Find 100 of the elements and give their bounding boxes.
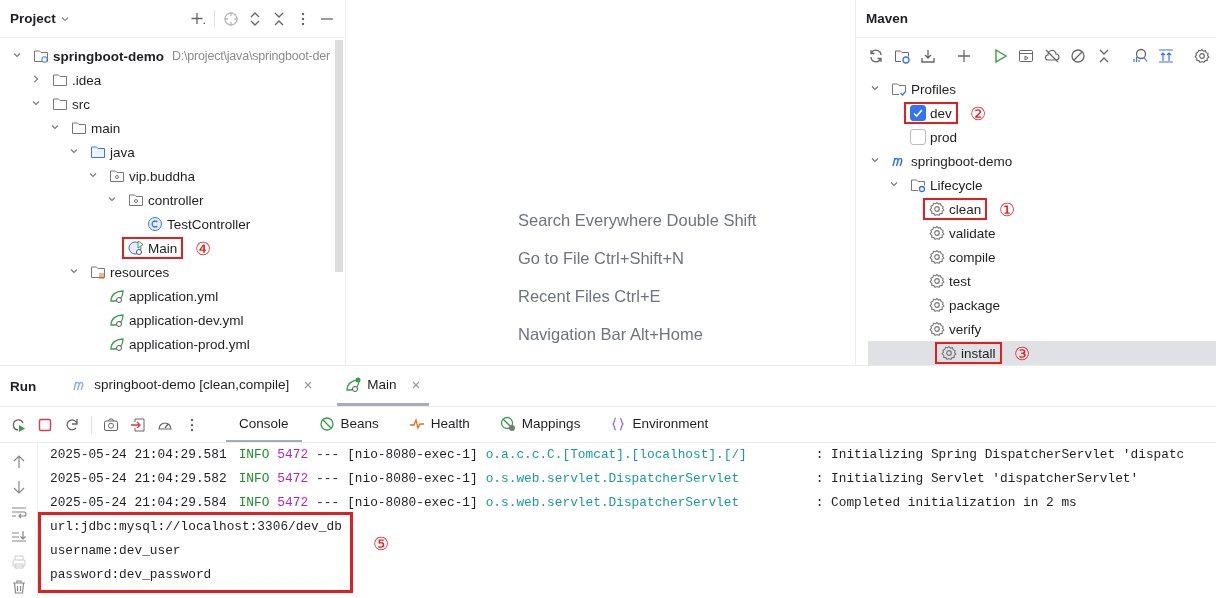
module-folder-icon (33, 48, 49, 64)
console-line: password:dev_password (50, 566, 213, 584)
tree-toggle-icon[interactable] (31, 74, 41, 84)
folder-icon (52, 96, 68, 112)
add-icon[interactable] (190, 10, 206, 27)
tree-item[interactable]: TestController (167, 216, 251, 232)
scroll-to-end-icon[interactable] (10, 529, 27, 545)
tree-item[interactable]: java (110, 144, 135, 160)
callout-number: ⑤ (372, 533, 389, 554)
soft-wrap-icon[interactable] (10, 504, 27, 520)
rerun-icon[interactable] (10, 416, 26, 433)
gear-icon (929, 225, 945, 241)
tree-toggle-icon[interactable] (12, 50, 22, 60)
folder-refresh-icon[interactable] (894, 48, 910, 65)
log-pid: 5472 (277, 447, 309, 462)
tree-item[interactable]: validate (949, 225, 996, 241)
console-tab[interactable]: Mappings (486, 407, 594, 442)
scrollbar[interactable] (335, 40, 343, 272)
project-path: D:\project\java\springboot-der (172, 49, 330, 63)
tree-item[interactable]: springboot-demo (53, 48, 164, 64)
console-tab[interactable]: Environment (597, 407, 722, 442)
close-icon[interactable] (410, 379, 421, 390)
log-level: INFO (238, 447, 270, 462)
crosshair-icon[interactable] (223, 10, 239, 27)
log-timestamp: 2025-05-24 21:04:29.584 (50, 495, 227, 510)
callout-number: ② (969, 102, 986, 124)
tree-item[interactable]: src (72, 96, 90, 112)
console-line: username:dev_user (50, 542, 182, 560)
gear-icon (929, 249, 945, 265)
tree-toggle-icon[interactable] (69, 266, 79, 276)
run-tab[interactable]: Main (337, 366, 429, 406)
editor-hint: Navigation Bar Alt+Home (518, 325, 704, 344)
log-thread: [nio-8080-exec-1] (347, 495, 478, 510)
add-icon[interactable] (956, 48, 972, 65)
tree-item[interactable]: resources (110, 264, 170, 280)
tree-item[interactable]: compile (949, 249, 996, 265)
tree-item[interactable]: prod (930, 129, 958, 145)
gear-icon (929, 273, 945, 289)
tree-toggle-icon[interactable] (88, 170, 98, 180)
checkbox[interactable] (910, 105, 926, 121)
package-icon (128, 192, 144, 208)
lifecycle-folder-icon (910, 177, 926, 193)
tree-toggle-icon[interactable] (107, 194, 117, 204)
tree-item[interactable]: Lifecycle (930, 177, 983, 193)
log-logger: o.a.c.c.C.[Tomcat].[localhost].[/] (485, 447, 747, 462)
run-tab[interactable]: springboot-demo [clean,compile] (64, 366, 322, 406)
tree-item[interactable]: .idea (72, 72, 102, 88)
tree-toggle-icon[interactable] (889, 179, 899, 189)
runnable-class-icon (128, 240, 144, 256)
log-logger: o.s.web.servlet.DispatcherServlet (485, 471, 740, 486)
analyze-icon[interactable] (1132, 48, 1148, 65)
tree-item[interactable]: package (949, 297, 1001, 313)
run-icon[interactable] (992, 48, 1008, 65)
class-icon (147, 216, 163, 232)
tree-item[interactable]: application.yml (129, 288, 219, 304)
panel-title[interactable]: Project (10, 11, 56, 26)
offline-icon[interactable] (1044, 48, 1060, 65)
console-tab[interactable]: Beans (305, 407, 392, 442)
log-level: INFO (238, 471, 270, 486)
resources-folder-icon (90, 264, 106, 280)
log-thread: [nio-8080-exec-1] (347, 447, 478, 462)
show-dependencies-icon[interactable] (1158, 48, 1174, 65)
console-tab[interactable]: Console (226, 407, 302, 442)
log-message: : Completed initialization in 2 ms (815, 495, 1077, 510)
run-window-icon[interactable] (1018, 48, 1034, 65)
stop-icon[interactable] (37, 416, 53, 433)
tree-item[interactable]: verify (949, 321, 982, 337)
tree-item[interactable]: main (91, 120, 121, 136)
checkbox[interactable] (910, 129, 926, 145)
tree-toggle-icon[interactable] (69, 146, 79, 156)
tree-item[interactable]: test (949, 273, 971, 289)
gear-icon (929, 297, 945, 313)
tree-item[interactable]: controller (148, 192, 204, 208)
tree-toggle-icon[interactable] (50, 122, 60, 132)
exit-icon[interactable] (130, 416, 146, 433)
folder-icon (90, 144, 106, 160)
reload-icon[interactable] (868, 48, 884, 65)
settings-icon[interactable] (1194, 48, 1210, 65)
log-level: INFO (238, 495, 270, 510)
tree-item[interactable]: vip.buddha (129, 168, 196, 184)
tree-toggle-icon[interactable] (870, 83, 880, 93)
log-pid: 5472 (277, 495, 309, 510)
selected-row[interactable]: install ③ (868, 341, 1216, 365)
tree-toggle-icon[interactable] (31, 98, 41, 108)
trash-icon[interactable] (10, 579, 27, 595)
tree-item[interactable]: Profiles (911, 81, 956, 97)
spring-leaf-icon (109, 288, 125, 304)
callout-number: ④ (195, 237, 212, 259)
console-tab[interactable]: Health (395, 407, 483, 442)
no-entry-icon (318, 415, 335, 432)
gear-icon (941, 345, 957, 361)
editor-hint: Go to File Ctrl+Shift+N (518, 249, 685, 268)
close-icon[interactable] (303, 379, 314, 390)
tree-toggle-icon[interactable] (870, 155, 880, 165)
download-icon[interactable] (920, 48, 936, 65)
restart-icon[interactable] (64, 416, 80, 433)
camera-icon[interactable] (103, 416, 119, 433)
tree-item[interactable]: application-prod.yml (129, 336, 250, 352)
tree-item[interactable]: application-dev.yml (129, 312, 244, 328)
tree-item[interactable]: springboot-demo (911, 153, 1013, 169)
